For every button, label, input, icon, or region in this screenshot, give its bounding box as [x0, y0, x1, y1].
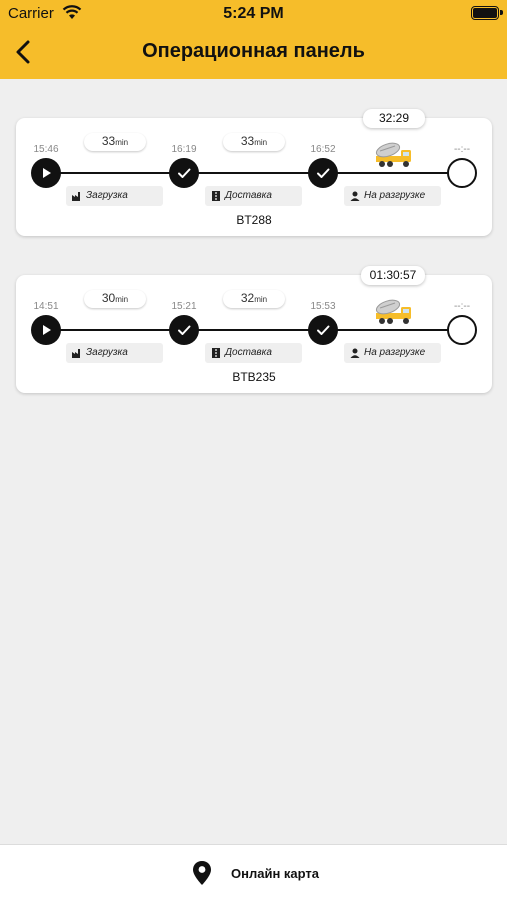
status-bar: Carrier 5:24 PM — [0, 0, 507, 28]
pending-node[interactable] — [447, 315, 477, 345]
stage-time: 16:19 — [171, 144, 197, 155]
elapsed-timer: 32:29 — [363, 109, 425, 128]
stage-label: На разгрузке — [364, 347, 426, 358]
online-map-button[interactable]: Онлайн карта — [0, 844, 507, 900]
checkmark-icon — [317, 325, 330, 335]
page-title: Операционная панель — [142, 40, 365, 62]
worker-icon — [350, 191, 360, 201]
start-node[interactable] — [31, 315, 61, 345]
timeline-track — [44, 329, 460, 331]
play-icon — [43, 325, 51, 335]
status-time: 5:24 PM — [223, 5, 284, 22]
vehicle-plate: BTB235 — [232, 370, 276, 384]
completed-node[interactable] — [169, 158, 199, 188]
mixer-truck-icon — [375, 142, 411, 167]
battery-icon — [471, 6, 503, 20]
duration-value: 33 — [101, 134, 116, 148]
stage-time: 15:46 — [33, 144, 59, 155]
pending-node[interactable] — [447, 158, 477, 188]
map-pin-icon — [193, 861, 211, 885]
duration-pill: 30min — [84, 290, 146, 308]
play-icon — [43, 168, 51, 178]
factory-icon — [72, 192, 80, 201]
duration-unit: min — [254, 295, 268, 304]
road-icon — [212, 348, 220, 358]
duration-pill: 33min — [84, 133, 146, 151]
delivery-card[interactable]: 32:29 15:46 16:19 16:52 --:-- 33min 33mi… — [16, 109, 492, 236]
stage-chip-delivery: Доставка — [205, 186, 302, 206]
completed-node[interactable] — [308, 315, 338, 345]
stage-time: 15:21 — [171, 301, 197, 312]
stage-chip-unloading: На разгрузке — [344, 186, 441, 206]
delivery-card[interactable]: 01:30:57 14:51 15:21 15:53 --:-- 30min 3… — [16, 266, 492, 393]
duration-pill: 32min — [223, 290, 285, 308]
start-node[interactable] — [31, 158, 61, 188]
stage-chip-delivery: Доставка — [205, 343, 302, 363]
checkmark-icon — [178, 168, 191, 178]
duration-unit: min — [254, 138, 268, 147]
stage-chip-unloading: На разгрузке — [344, 343, 441, 363]
stage-time: 16:52 — [310, 144, 336, 155]
duration-unit: min — [115, 138, 129, 147]
stage-time: --:-- — [453, 301, 471, 312]
worker-icon — [350, 348, 360, 358]
app-header: Carrier 5:24 PM Операционная панель — [0, 0, 507, 79]
checkmark-icon — [317, 168, 330, 178]
stage-label: Доставка — [225, 190, 272, 201]
duration-value: 30 — [101, 291, 116, 305]
mixer-truck-icon — [375, 299, 411, 324]
vehicle-plate: BT288 — [236, 213, 272, 227]
completed-node[interactable] — [308, 158, 338, 188]
stage-time: 14:51 — [33, 301, 59, 312]
stage-label: Загрузка — [86, 190, 128, 201]
stage-label: Загрузка — [86, 347, 128, 358]
road-icon — [212, 191, 220, 201]
checkmark-icon — [178, 325, 191, 335]
factory-icon — [72, 349, 80, 358]
stage-chip-loading: Загрузка — [66, 186, 163, 206]
stage-label: Доставка — [225, 347, 272, 358]
stage-time: 15:53 — [310, 301, 336, 312]
stage-label: На разгрузке — [364, 190, 426, 201]
duration-value: 33 — [240, 134, 255, 148]
duration-pill: 33min — [223, 133, 285, 151]
stage-time: --:-- — [453, 144, 471, 155]
duration-value: 32 — [240, 291, 255, 305]
completed-node[interactable] — [169, 315, 199, 345]
timeline-track — [44, 172, 460, 174]
stage-chip-loading: Загрузка — [66, 343, 163, 363]
duration-unit: min — [115, 295, 129, 304]
elapsed-timer: 01:30:57 — [361, 266, 425, 285]
online-map-label: Онлайн карта — [231, 866, 320, 881]
